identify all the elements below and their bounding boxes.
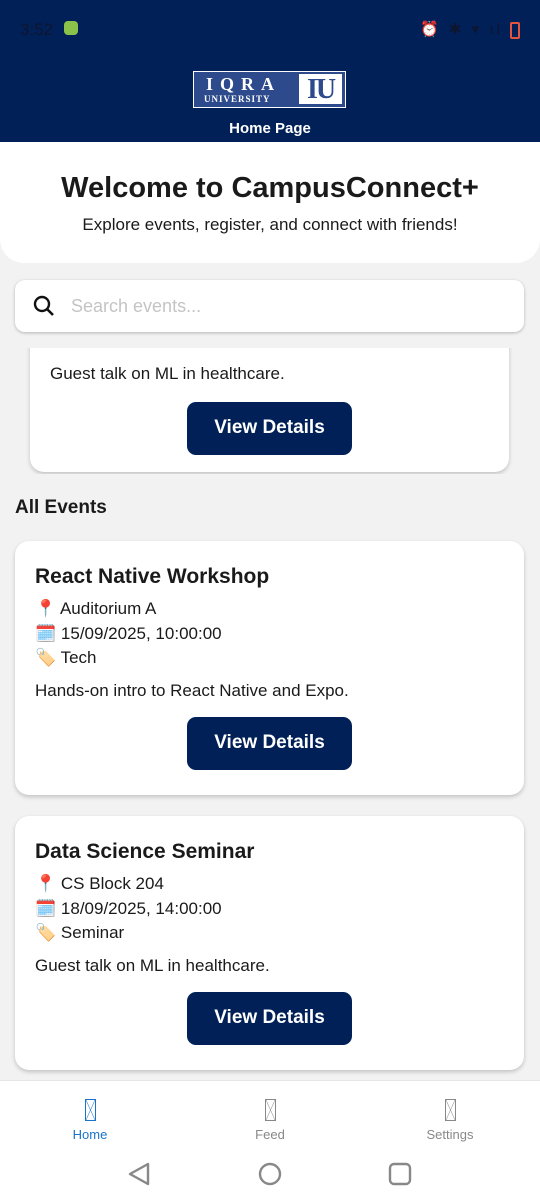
view-details-button[interactable]: View Details (187, 716, 352, 770)
event-card: Data Science Seminar 📍 CS Block 204 🗓️ 1… (15, 816, 524, 1070)
android-icon (64, 21, 78, 35)
event-description: Guest talk on ML in healthcare. (35, 955, 270, 975)
status-time: 3:52 (20, 20, 54, 39)
event-description: Hands-on intro to React Native and Expo. (35, 680, 349, 700)
battery-icon (510, 21, 520, 39)
event-description: Guest talk on ML in healthcare. (50, 364, 285, 383)
section-title: All Events (15, 497, 107, 518)
welcome-title: Welcome to CampusConnect+ (61, 172, 479, 204)
event-location: Auditorium A (59, 599, 157, 618)
back-icon[interactable] (127, 1161, 151, 1187)
welcome-subtitle: Explore events, register, and connect wi… (82, 215, 458, 234)
event-title: React Native Workshop (35, 565, 270, 588)
search-bar[interactable] (15, 280, 524, 332)
feed-icon (264, 1099, 276, 1121)
event-title: Data Science Seminar (35, 840, 255, 863)
event-datetime: 18/09/2025, 14:00:00 (60, 898, 222, 918)
event-category: Tech (60, 648, 97, 667)
event-datetime: 15/09/2025, 10:00:00 (60, 623, 222, 643)
search-input[interactable] (71, 295, 471, 317)
tab-label: Settings (426, 1127, 474, 1142)
app-header: 3:52 ⏰ ✱ ▾ ıl IQRA UNIVERSITY IU Home Page (0, 0, 540, 142)
home-nav-icon[interactable] (258, 1162, 282, 1186)
calendar-icon: 🗓️ (35, 623, 57, 643)
event-card: React Native Workshop 📍 Auditorium A 🗓️ … (15, 541, 524, 795)
recents-icon[interactable] (388, 1162, 412, 1186)
calendar-icon: 🗓️ (35, 898, 57, 918)
tag-icon: 🏷️ (35, 648, 57, 667)
bottom-tab-bar: Home Feed Settings (0, 1080, 540, 1150)
tab-label: Feed (255, 1127, 285, 1142)
status-icons: ⏰ ✱ ▾ ıl (420, 20, 520, 39)
featured-event-card: Guest talk on ML in healthcare. View Det… (30, 348, 509, 472)
tab-label: Home (72, 1127, 108, 1142)
home-icon (84, 1099, 96, 1121)
event-location: CS Block 204 (60, 874, 164, 893)
tab-settings[interactable]: Settings (390, 1099, 510, 1142)
system-nav-bar (0, 1150, 540, 1204)
view-details-button[interactable]: View Details (187, 401, 352, 455)
settings-icon (444, 1099, 456, 1121)
search-icon (33, 295, 54, 316)
location-pin-icon: 📍 (35, 874, 57, 893)
page-title: Home Page (229, 120, 311, 137)
tab-feed[interactable]: Feed (210, 1099, 330, 1142)
university-logo: IQRA UNIVERSITY IU (193, 71, 346, 108)
view-details-button[interactable]: View Details (187, 991, 352, 1045)
welcome-banner: Welcome to CampusConnect+ Explore events… (0, 142, 540, 263)
location-pin-icon: 📍 (35, 599, 57, 618)
featured-carousel[interactable]: Guest talk on ML in healthcare. View Det… (0, 348, 540, 474)
tab-home[interactable]: Home (30, 1099, 150, 1142)
event-category: Seminar (60, 923, 125, 942)
tag-icon: 🏷️ (35, 923, 57, 942)
